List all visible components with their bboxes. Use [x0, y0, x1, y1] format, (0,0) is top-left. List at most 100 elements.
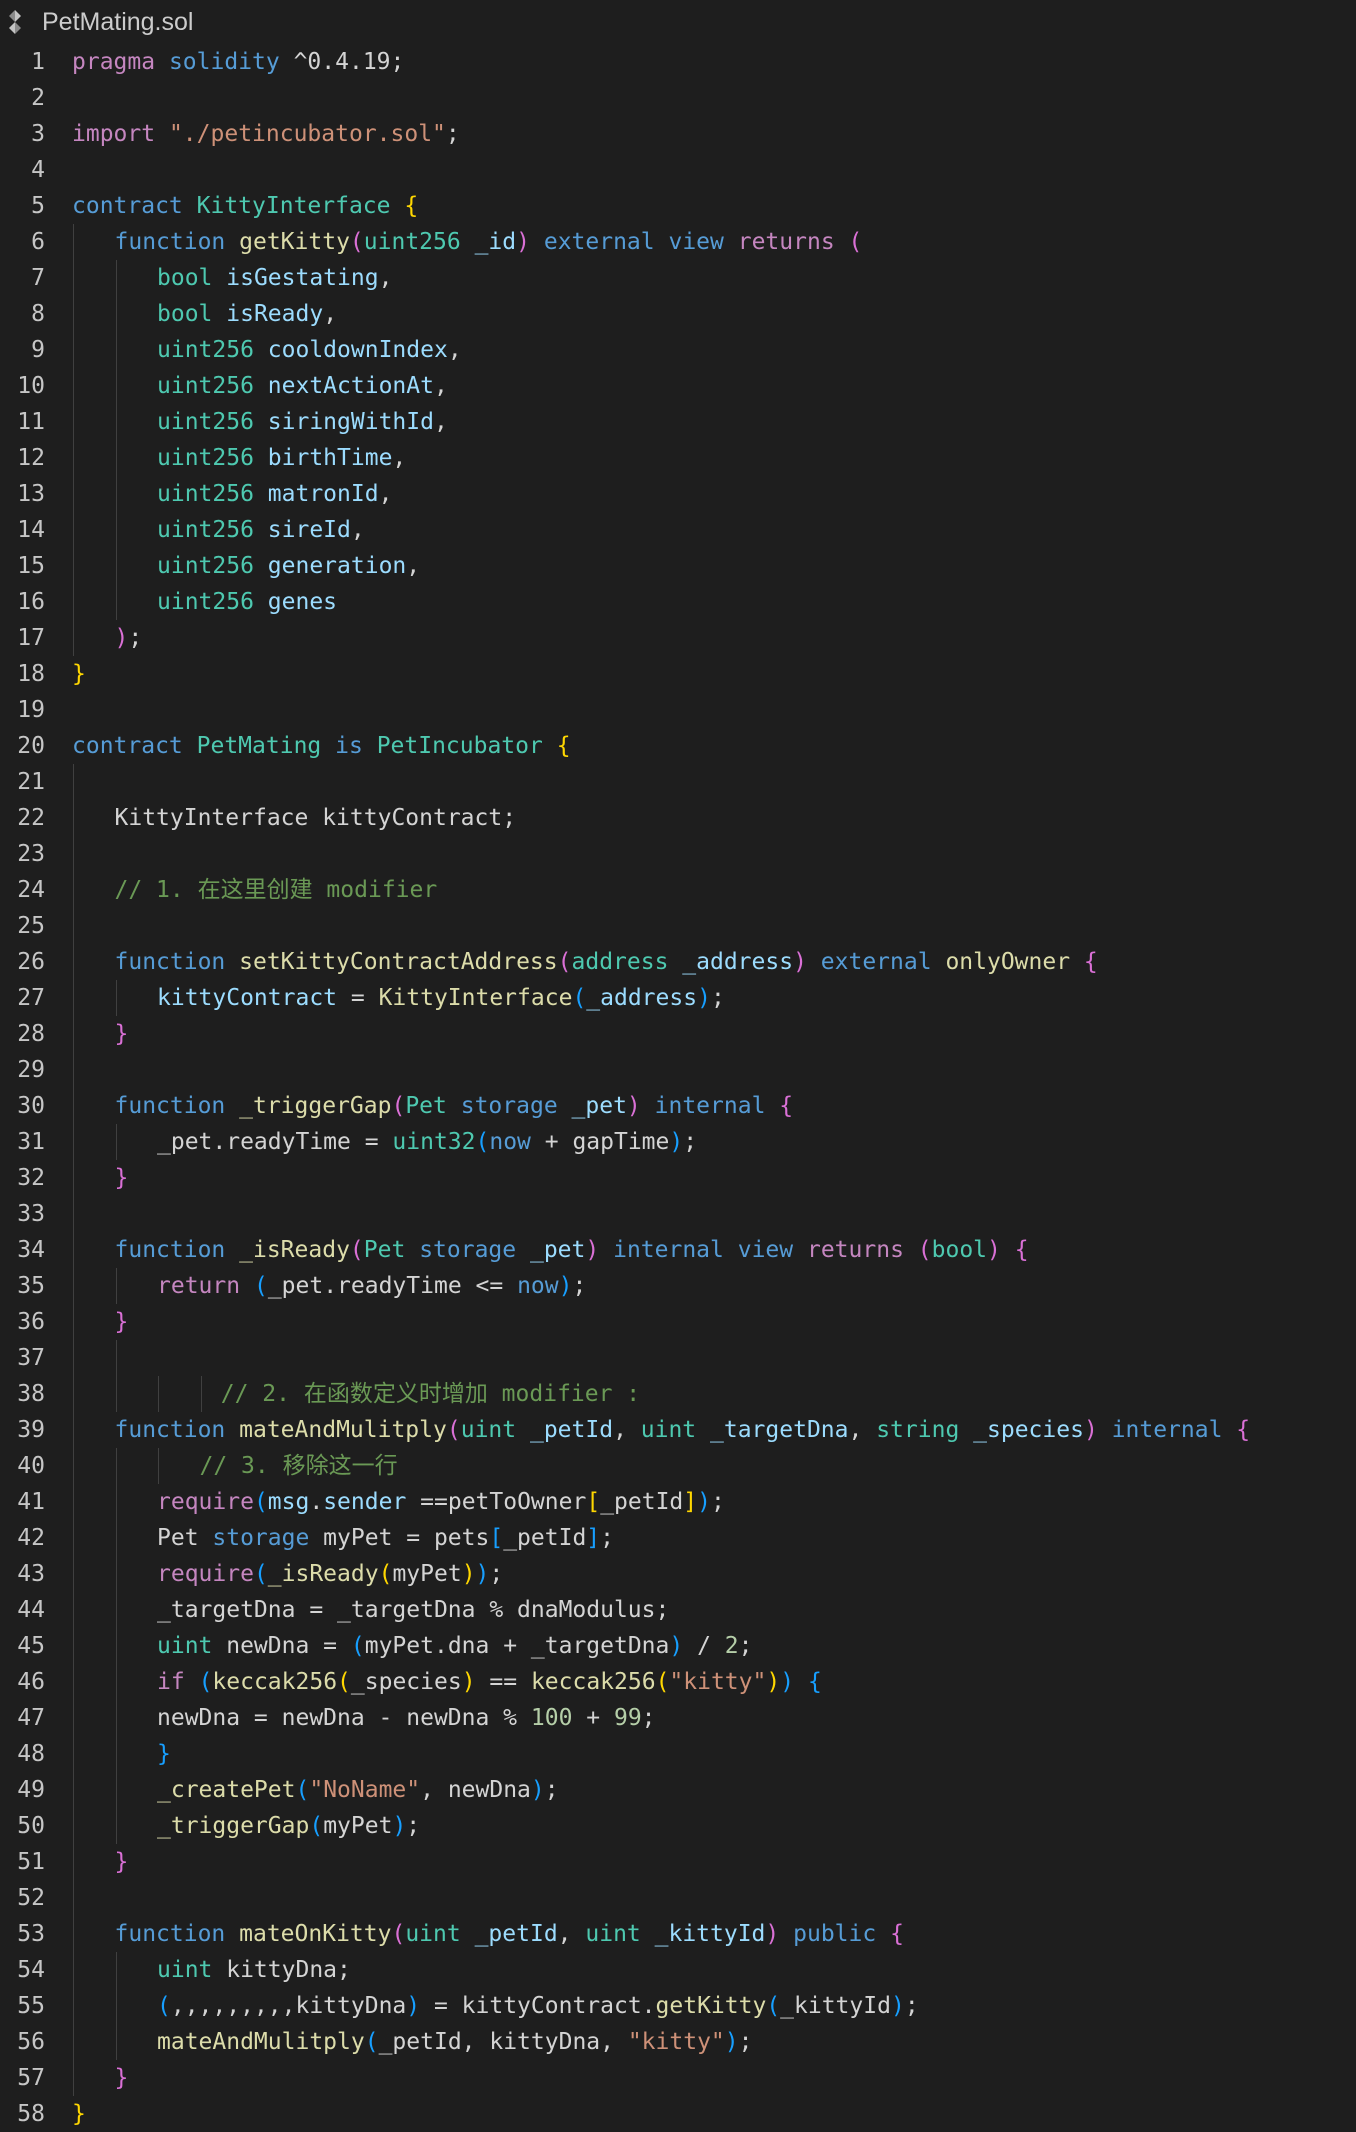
code-line[interactable]: 5 contract KittyInterface { — [0, 188, 1356, 224]
code-line[interactable]: 50 _triggerGap(myPet); — [0, 1808, 1356, 1844]
code-token: uint256 — [157, 589, 254, 615]
code-line[interactable]: 17); — [0, 620, 1356, 656]
code-line[interactable]: 49 _createPet("NoName", newDna); — [0, 1772, 1356, 1808]
code-line[interactable]: 54 uint kittyDna; — [0, 1952, 1356, 1988]
code-line[interactable]: 35 return (_pet.readyTime <= now); — [0, 1268, 1356, 1304]
indent-guide — [115, 1340, 117, 1412]
line-number: 30 — [17, 1093, 45, 1119]
code-line[interactable]: 46 if (keccak256(_species) == keccak256("… — [0, 1664, 1356, 1700]
code-text: } — [115, 1304, 129, 1340]
code-line[interactable]: 2 — [0, 80, 1356, 116]
code-line[interactable]: 43 require(_isReady(myPet)); — [0, 1556, 1356, 1592]
code-line[interactable]: 18} — [0, 656, 1356, 692]
code-line[interactable]: 56 mateAndMulitply(_petId, kittyDna, "kit… — [0, 2024, 1356, 2060]
code-text: } — [115, 1844, 129, 1880]
code-line[interactable]: 29 — [0, 1052, 1356, 1088]
code-editor[interactable]: 1 pragma solidity ^0.4.19; 2 3 import "./pet… — [0, 44, 1356, 2132]
code-line[interactable]: 16 uint256 genes — [0, 584, 1356, 620]
code-token: ( — [309, 1813, 324, 1839]
code-line[interactable]: 25 — [0, 908, 1356, 944]
code-token: sireId — [267, 517, 351, 543]
code-line[interactable]: 42 Pet storage myPet = pets[_petId]; — [0, 1520, 1356, 1556]
code-text: function getKitty(uint256 _id) external … — [115, 224, 863, 260]
code-line[interactable]: 15 uint256 generation, — [0, 548, 1356, 584]
code-line[interactable]: 38 // 2. 在函数定义时增加 modifier : — [0, 1376, 1356, 1412]
code-line[interactable]: 39 function mateAndMulitply(uint _petId, … — [0, 1412, 1356, 1448]
code-line[interactable]: 6 function getKitty(uint256 _id) external… — [0, 224, 1356, 260]
code-line[interactable]: 20 contract PetMating is PetIncubator { — [0, 728, 1356, 764]
code-line[interactable]: 21 — [0, 764, 1356, 800]
editor-tab[interactable]: PetMating.sol — [0, 0, 1356, 44]
code-token: ; — [711, 1489, 725, 1515]
code-line[interactable]: 24 // 1. 在这里创建 modifier — [0, 872, 1356, 908]
code-line[interactable]: 58} — [0, 2096, 1356, 2132]
code-line[interactable]: 1 pragma solidity ^0.4.19; — [0, 44, 1356, 80]
code-text: // 2. 在函数定义时增加 modifier : — [221, 1376, 640, 1412]
code-text: bool isReady, — [157, 296, 337, 332]
code-token: KittyInterface — [196, 193, 391, 219]
code-line[interactable]: 23 — [0, 836, 1356, 872]
code-token: , — [433, 373, 448, 399]
code-line[interactable]: 47 newDna = newDna - newDna % 100 + 99; — [0, 1700, 1356, 1736]
code-line[interactable]: 19 — [0, 692, 1356, 728]
code-line[interactable]: 27 kittyContract = KittyInterface(_addres… — [0, 980, 1356, 1016]
code-token: generation — [267, 553, 407, 579]
code-line[interactable]: 53 function mateOnKitty(uint _petId, uint… — [0, 1916, 1356, 1952]
line-number: 51 — [17, 1849, 45, 1875]
code-line[interactable]: 31 _pet.readyTime = uint32(now + gapTime)… — [0, 1124, 1356, 1160]
line-number: 40 — [17, 1453, 45, 1479]
code-line[interactable]: 3 import "./petincubator.sol"; — [0, 116, 1356, 152]
code-line[interactable]: 37 — [0, 1340, 1356, 1376]
code-text: import "./petincubator.sol"; — [72, 116, 460, 152]
code-line[interactable]: 11 uint256 siringWithId, — [0, 404, 1356, 440]
code-line[interactable]: 10 uint256 nextActionAt, — [0, 368, 1356, 404]
code-line[interactable]: 45 uint newDna = (myPet.dna + _targetDna)… — [0, 1628, 1356, 1664]
code-token: ( — [349, 229, 364, 255]
code-token: uint256 — [157, 517, 254, 543]
code-line[interactable]: 22 KittyInterface kittyContract; — [0, 800, 1356, 836]
code-token: ,,,,,,,,,kittyDna — [170, 1993, 407, 2019]
code-token: , — [557, 1921, 586, 1947]
code-line[interactable]: 14 uint256 sireId, — [0, 512, 1356, 548]
code-token: now — [489, 1129, 531, 1155]
code-line[interactable]: 51} — [0, 1844, 1356, 1880]
code-line[interactable]: 48} — [0, 1736, 1356, 1772]
code-line[interactable]: 33 — [0, 1196, 1356, 1232]
code-line[interactable]: 52 — [0, 1880, 1356, 1916]
code-line[interactable]: 34 function _isReady(Pet storage _pet) in… — [0, 1232, 1356, 1268]
line-number: 52 — [17, 1885, 45, 1911]
code-text: uint256 generation, — [157, 548, 420, 584]
code-line[interactable]: 41 require(msg.sender ==petToOwner[_petId… — [0, 1484, 1356, 1520]
code-line[interactable]: 7 bool isGestating, — [0, 260, 1356, 296]
code-line[interactable]: 4 — [0, 152, 1356, 188]
code-line[interactable]: 9 uint256 cooldownIndex, — [0, 332, 1356, 368]
code-line[interactable]: 36} — [0, 1304, 1356, 1340]
code-line[interactable]: 55 (,,,,,,,,,kittyDna) = kittyContract.ge… — [0, 1988, 1356, 2024]
code-token: internal — [654, 1093, 766, 1119]
code-line[interactable]: 44 _targetDna = _targetDna % dnaModulus; — [0, 1592, 1356, 1628]
code-line[interactable]: 30 function _triggerGap(Pet storage _pet)… — [0, 1088, 1356, 1124]
code-line[interactable]: 8 bool isReady, — [0, 296, 1356, 332]
code-line[interactable]: 12 uint256 birthTime, — [0, 440, 1356, 476]
line-number: 57 — [17, 2065, 45, 2091]
code-token: ; — [489, 1561, 504, 1587]
code-token: ; — [445, 121, 460, 147]
code-line[interactable]: 13 uint256 matronId, — [0, 476, 1356, 512]
code-token: ) — [793, 949, 807, 975]
code-line[interactable]: 28} — [0, 1016, 1356, 1052]
code-line[interactable]: 40 // 3. 移除这一行 — [0, 1448, 1356, 1484]
code-line[interactable]: 57} — [0, 2060, 1356, 2096]
code-line[interactable]: 26 function setKittyContractAddress(addre… — [0, 944, 1356, 980]
code-token: ( — [766, 1993, 781, 2019]
code-line[interactable]: 32} — [0, 1160, 1356, 1196]
code-token: view — [737, 1237, 794, 1263]
